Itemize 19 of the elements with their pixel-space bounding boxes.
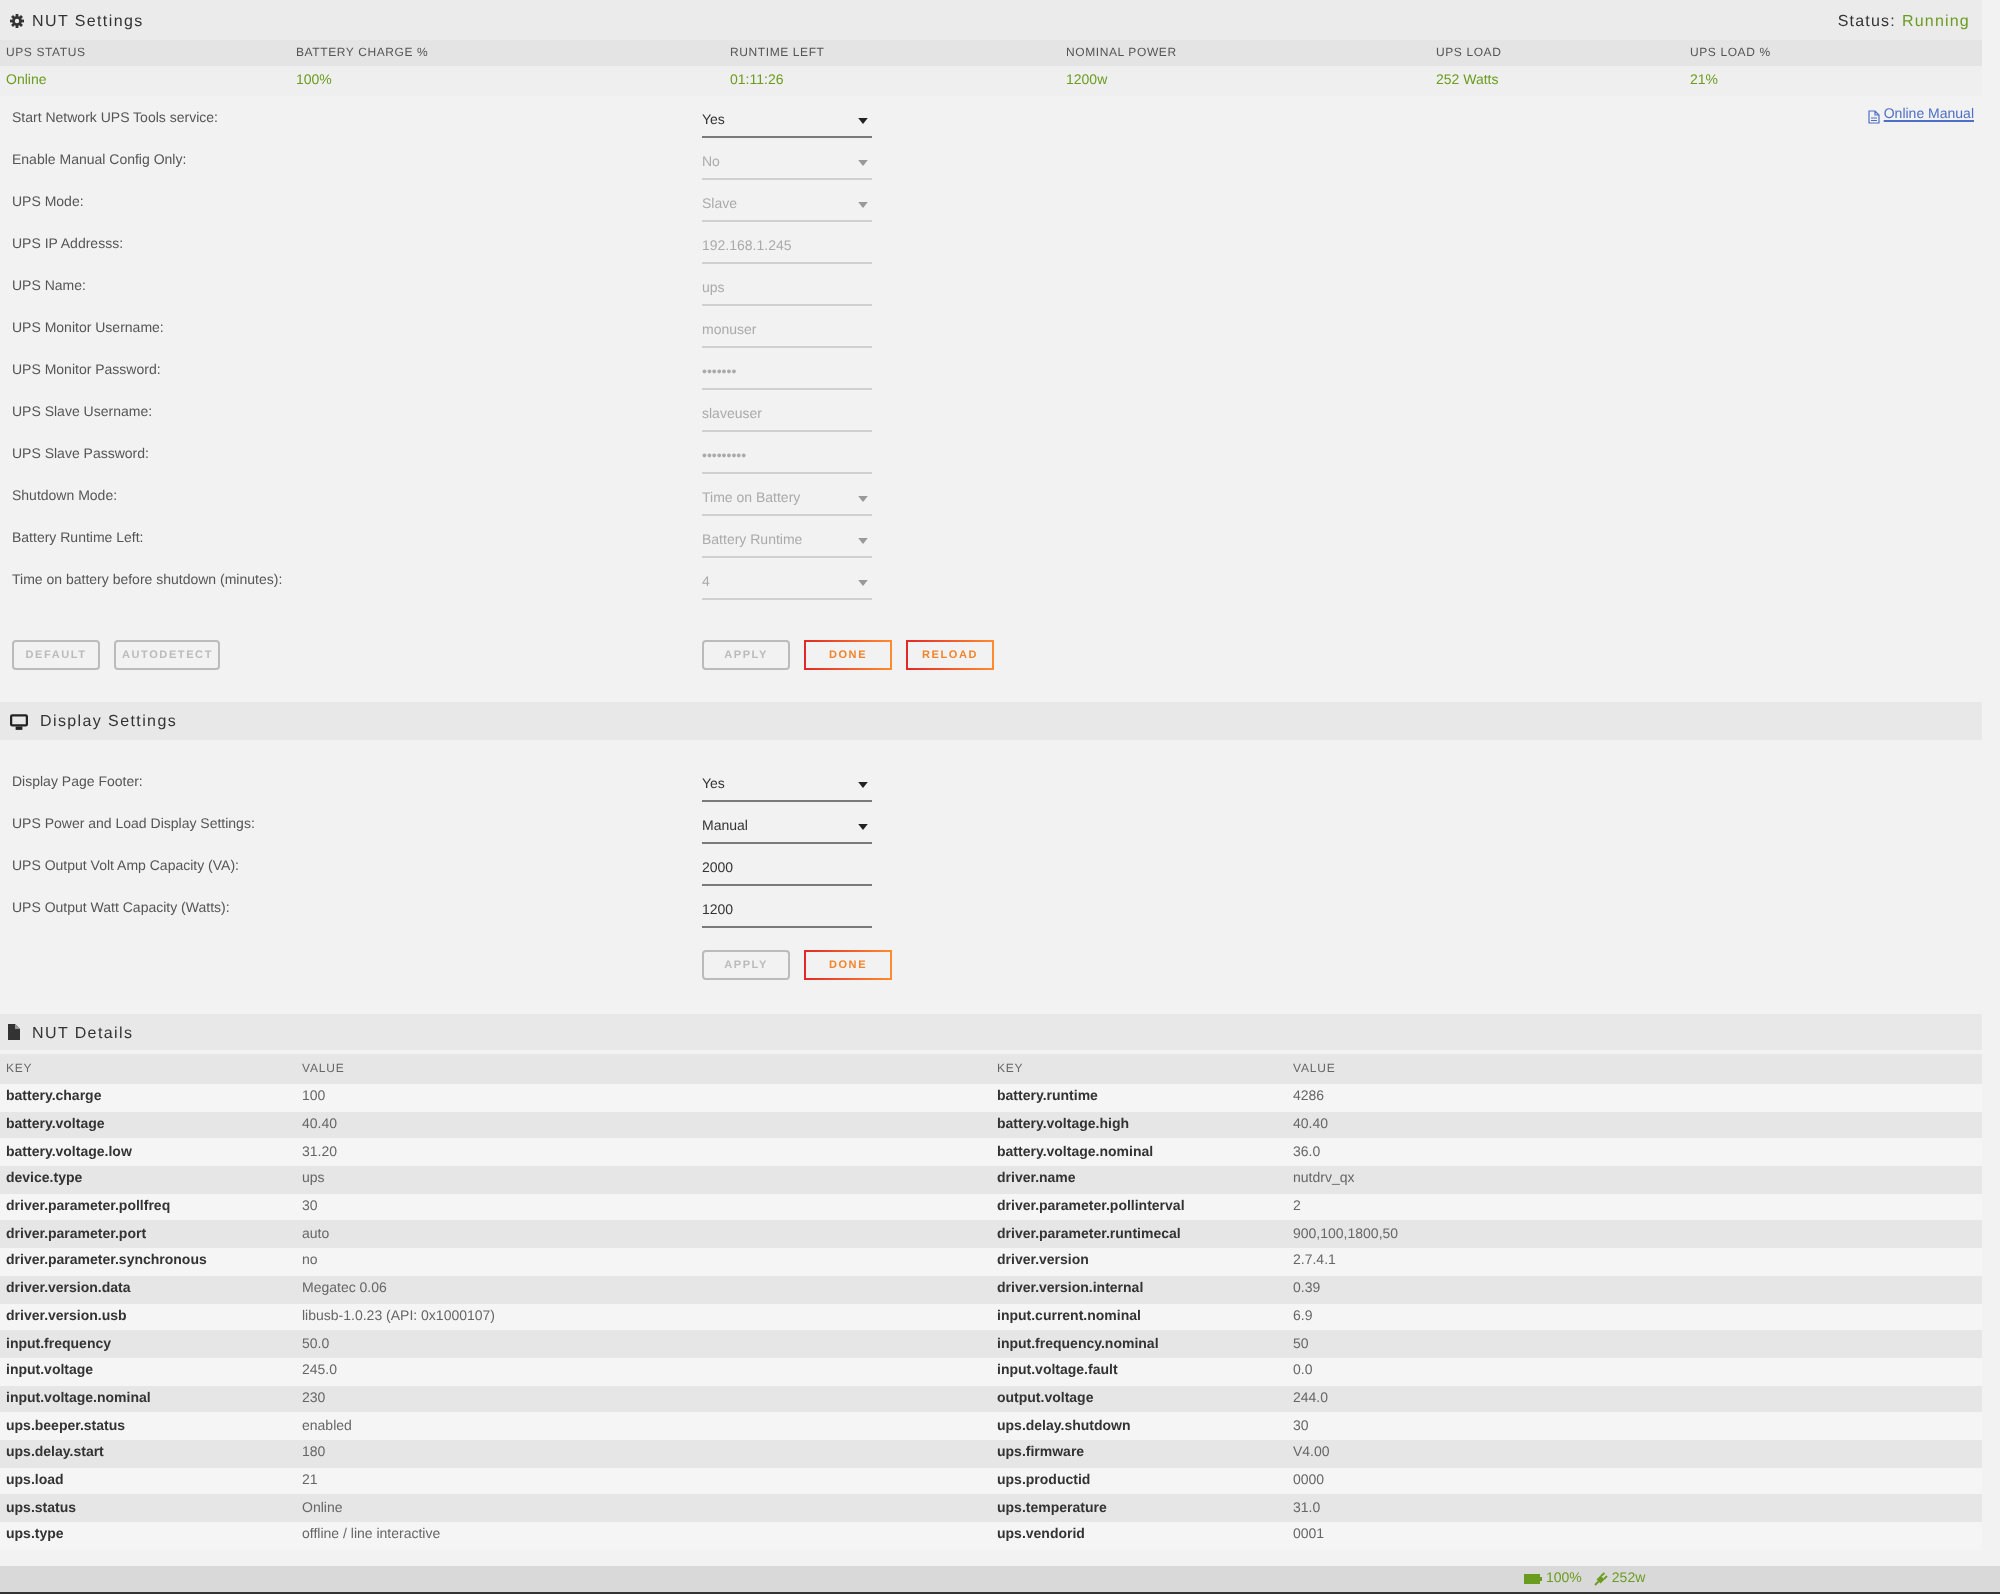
- status-value: Running: [1901, 11, 1970, 29]
- caret-icon: [858, 537, 868, 543]
- caret-icon: [858, 159, 868, 165]
- document-icon: [1867, 109, 1880, 123]
- section-title: Display Settings: [40, 712, 178, 730]
- monitor-icon: [10, 713, 28, 729]
- caret-icon: [858, 823, 868, 829]
- caret-icon: [858, 495, 868, 501]
- battery-icon: [1524, 1574, 1542, 1584]
- caret-icon: [858, 117, 868, 123]
- caret-icon: [858, 781, 868, 787]
- caret-icon: [858, 579, 868, 585]
- caret-icon: [858, 201, 868, 207]
- file-icon: [8, 1024, 20, 1040]
- plug-icon: [1593, 1572, 1608, 1586]
- status-label: Status:: [1837, 11, 1896, 29]
- section-title: NUT Details: [32, 1023, 134, 1041]
- gear-icon: [10, 13, 24, 27]
- section-title: NUT Settings: [32, 11, 144, 29]
